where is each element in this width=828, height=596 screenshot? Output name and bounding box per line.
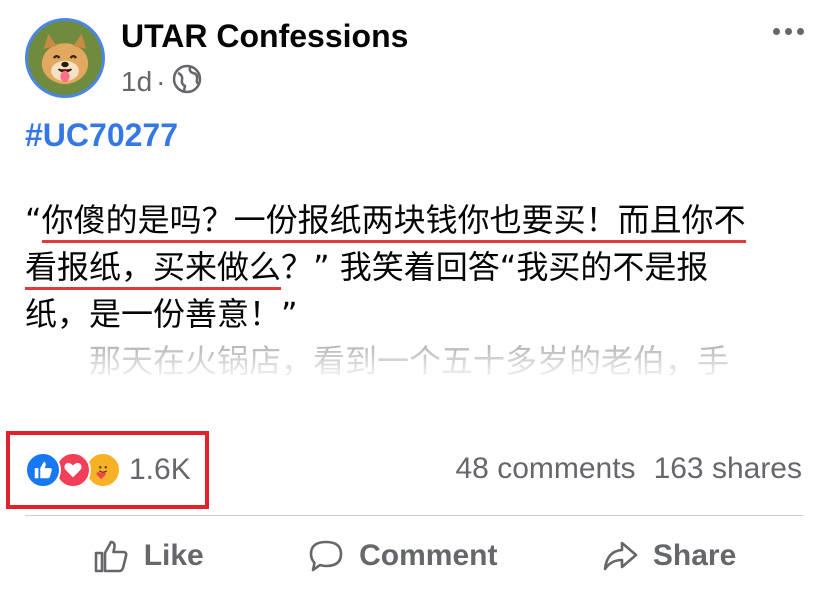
like-label: Like: [143, 539, 204, 572]
share-arrow-icon: [603, 541, 638, 571]
page-name[interactable]: UTAR Confessions: [121, 18, 408, 55]
post-meta: 1d ·: [121, 64, 203, 100]
post-time[interactable]: 1d: [121, 66, 152, 98]
post-body: “你傻的是吗？一份报纸两块钱你也要买！而且你不 看报纸，买来做么？” 我笑着回答…: [25, 197, 815, 338]
page-avatar[interactable]: [25, 18, 105, 98]
shares-count[interactable]: 163 shares: [654, 452, 802, 486]
reaction-count: 1.6K: [129, 453, 191, 486]
underlined-text-2: 看报纸，买来做么: [25, 248, 282, 290]
quote-open: “: [25, 201, 42, 239]
dog-avatar-icon: [41, 33, 89, 84]
hashtag-link[interactable]: #UC70277: [25, 117, 178, 154]
like-reaction-icon: [25, 452, 61, 488]
action-bar: Like Comment Share: [0, 528, 828, 584]
divider: [25, 515, 803, 516]
underlined-text-1: 你傻的是吗？一份报纸两块钱你也要买！而且你不: [41, 201, 746, 243]
post-line-2-rest: ？” 我笑着回答“我买的不是报: [281, 248, 709, 286]
reactions-summary[interactable]: 1.6K: [25, 452, 191, 488]
see-more-faded-text[interactable]: 那天在火锅店，看到一个五十多岁的老伯，手: [25, 338, 815, 398]
share-button[interactable]: Share: [601, 537, 736, 575]
post-line-1: “你傻的是吗？一份报纸两块钱你也要买！而且你不: [25, 197, 815, 244]
meta-separator: ·: [156, 66, 166, 97]
comments-count[interactable]: 48 comments: [455, 452, 635, 486]
comment-bubble-icon: [309, 540, 343, 572]
engagement-stats: 48 comments 163 shares: [455, 452, 802, 486]
thumbs-up-icon: [94, 540, 128, 573]
comment-label: Comment: [359, 539, 498, 572]
post-line-3: 纸，是一份善意！”: [25, 295, 298, 333]
share-label: Share: [652, 539, 737, 572]
post-line-2: 看报纸，买来做么？” 我笑着回答“我买的不是报: [25, 244, 815, 291]
more-options-icon[interactable]: [773, 28, 804, 35]
like-button[interactable]: Like: [92, 537, 204, 575]
comment-button[interactable]: Comment: [307, 537, 497, 575]
globe-icon[interactable]: [171, 63, 203, 102]
